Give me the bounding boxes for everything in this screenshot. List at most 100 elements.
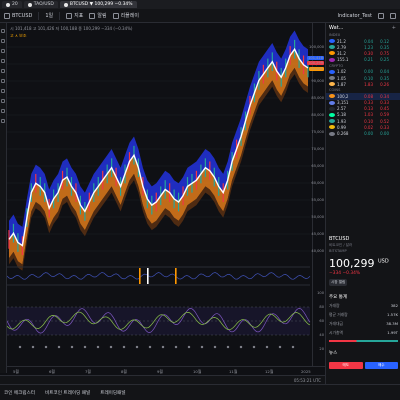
tab-favicon-icon (63, 2, 68, 7)
watchlist-row[interactable]: 100,2 0.08 0.34 (326, 93, 400, 100)
magnet-icon[interactable] (1, 99, 5, 103)
event-marker (18, 345, 22, 349)
toolbar-divider (38, 11, 40, 20)
layout-name-button[interactable]: Indicator_Test (338, 13, 372, 19)
event-marker (96, 345, 100, 349)
event-marker (57, 345, 61, 349)
watchlist-row[interactable]: 2.79 1.23 0.35 (326, 44, 400, 50)
replay-label: 리플레이 (120, 13, 139, 19)
watchlist-row[interactable]: 1.93 0.10 0.52 (326, 118, 400, 124)
upper-band-tag: 101,418 (307, 56, 324, 60)
replay-button[interactable]: 리플레이 (112, 12, 139, 19)
watchlist-change-pct: 0.25 (380, 57, 389, 63)
crosshair-icon[interactable] (1, 29, 5, 33)
watchlist-change: 1.83 (364, 81, 373, 87)
browser-tab-2[interactable]: TAO/USD (23, 1, 58, 8)
alert-button[interactable]: 알림 (89, 12, 107, 19)
add-symbol-icon[interactable]: + (392, 25, 396, 31)
watchlist-row[interactable]: 31.2 0.30 0.75 (326, 50, 400, 56)
watchlist-row[interactable]: 2.57 0.13 0.45 (326, 106, 400, 112)
event-marker (278, 345, 282, 349)
stat-key: 거래대금 (329, 321, 343, 326)
event-marker (252, 345, 256, 349)
alarm-icon (89, 12, 96, 19)
symbol-logo-icon (329, 76, 335, 81)
chart-toolbar: BTCUSD 1일 지표 알림 리플레이 Indicator_Test (0, 9, 400, 23)
stat-row: 거래량 382 (329, 303, 398, 309)
symbol-search-button[interactable]: BTCUSD (4, 12, 32, 19)
bottom-tab-trading[interactable]: 트레이딩패널 (100, 390, 125, 396)
watchlist-row[interactable]: 0.99 0.02 0.33 (326, 124, 400, 130)
watchlist-row[interactable]: 3,151 0.33 0.33 (326, 100, 400, 106)
fullscreen-button[interactable] (390, 12, 396, 19)
lower-band-shadow (9, 67, 308, 271)
browser-tab-1[interactable]: 20 (2, 1, 22, 8)
price-tick-label: 60,000 (311, 181, 324, 185)
price-axis[interactable]: 100,00095,00090,00085,00080,00075,00070,… (307, 23, 325, 375)
fib-icon[interactable] (1, 49, 5, 53)
watchlist-change-pct: 0.26 (380, 81, 389, 87)
trendline-icon[interactable] (1, 39, 5, 43)
event-marker (213, 345, 217, 349)
buy-button[interactable]: 매수 (364, 362, 398, 369)
watchlist-row[interactable]: 5.18 1.03 0.59 (326, 112, 400, 118)
brush-icon[interactable] (1, 59, 5, 63)
watchlist-row[interactable]: 0.268 0.00 0.00 (326, 130, 400, 136)
zoom-icon[interactable] (1, 89, 5, 93)
watchlist-change-pct: 0.12 (380, 38, 389, 44)
buy-sell-ratio-bar (329, 340, 398, 342)
watchlist-last: 3,151 (337, 100, 349, 106)
watchlist-last: 0.268 (337, 131, 349, 137)
watchlist-row[interactable]: 1.05 0.10 0.35 (326, 75, 400, 81)
watchlist-header[interactable]: Wat... + (326, 23, 400, 32)
indicators-button[interactable]: 지표 (66, 12, 83, 19)
watchlist-row[interactable]: 1.87 1.83 0.26 (326, 81, 400, 87)
tab-label: 20 (12, 2, 18, 7)
price-tick-label: 85,000 (311, 96, 324, 100)
bottom-panel-tabs: 코인 에크립스터 비트코인 트레이딩 패널 트레이딩패널 (0, 384, 400, 400)
tab-favicon-icon (27, 2, 32, 7)
watchlist-change: 1.23 (364, 44, 373, 50)
interval-button[interactable]: 1일 (45, 12, 53, 19)
settings-button[interactable] (378, 12, 384, 19)
indicators-icon (66, 12, 73, 19)
price-chart-svg[interactable] (7, 23, 312, 366)
price-tick-label: 45,000 (311, 232, 324, 236)
time-axis[interactable]: 5월 6월 7월 8월 9월 10월 11월 12월 2025 (7, 366, 325, 375)
symbol-details: BTCUSD 비트코인 / 달러 BITSTAMP 100,299 USD −3… (326, 233, 400, 372)
gear-icon (378, 12, 384, 19)
watchlist-last: 2.57 (337, 106, 346, 112)
measure-icon[interactable] (1, 79, 5, 83)
watchlist-change-pct: 0.34 (380, 93, 389, 99)
trade-buttons: 매도 매수 (329, 362, 398, 369)
indicator-pane-1-line (7, 272, 311, 280)
watchlist-last: 0.99 (337, 124, 346, 130)
watchlist-last: 1.02 (337, 69, 346, 75)
watchlist-change-pct: 0.35 (380, 44, 389, 50)
stat-row: 평균 거래량 1.57K (329, 312, 398, 318)
stats-heading: 주요 통계 (329, 295, 347, 300)
watchlist-row[interactable]: 21.2 0.04 0.12 (326, 38, 400, 44)
watchlist-last: 31.2 (337, 50, 346, 56)
bottom-tab-screener[interactable]: 코인 에크립스터 (4, 390, 35, 396)
event-marker (148, 345, 152, 349)
symbol-logo-icon (329, 131, 335, 136)
sell-button[interactable]: 매도 (329, 362, 363, 369)
tab-favicon-icon (6, 2, 10, 7)
text-icon[interactable] (1, 69, 5, 73)
watchlist-row[interactable]: 1.02 0.00 0.04 (326, 69, 400, 75)
watchlist-last: 1.93 (337, 118, 346, 124)
watchlist-row[interactable]: 155.1 0.21 0.25 (326, 57, 400, 63)
oscillator-tick-label: 100 (317, 291, 324, 295)
watchlist-change-pct: 0.33 (380, 100, 389, 106)
lock-icon[interactable] (1, 109, 5, 113)
stat-value: 1.57K (387, 312, 398, 317)
symbol-logo-icon (329, 39, 335, 44)
main-chart[interactable]: 시 101,418 고 101,426 저 100,188 종 100,299 … (7, 23, 325, 375)
bottom-tab-trading-panel[interactable]: 비트코인 트레이딩 패널 (45, 390, 90, 396)
price-tick-label: 90,000 (311, 79, 324, 83)
stat-row: 시가총액 1.99T (329, 330, 398, 336)
trash-icon[interactable] (1, 119, 5, 123)
stat-key: 평균 거래량 (329, 312, 348, 317)
browser-tab-3[interactable]: BTCUSD ▼ 100,299 −0.34% (59, 1, 137, 8)
